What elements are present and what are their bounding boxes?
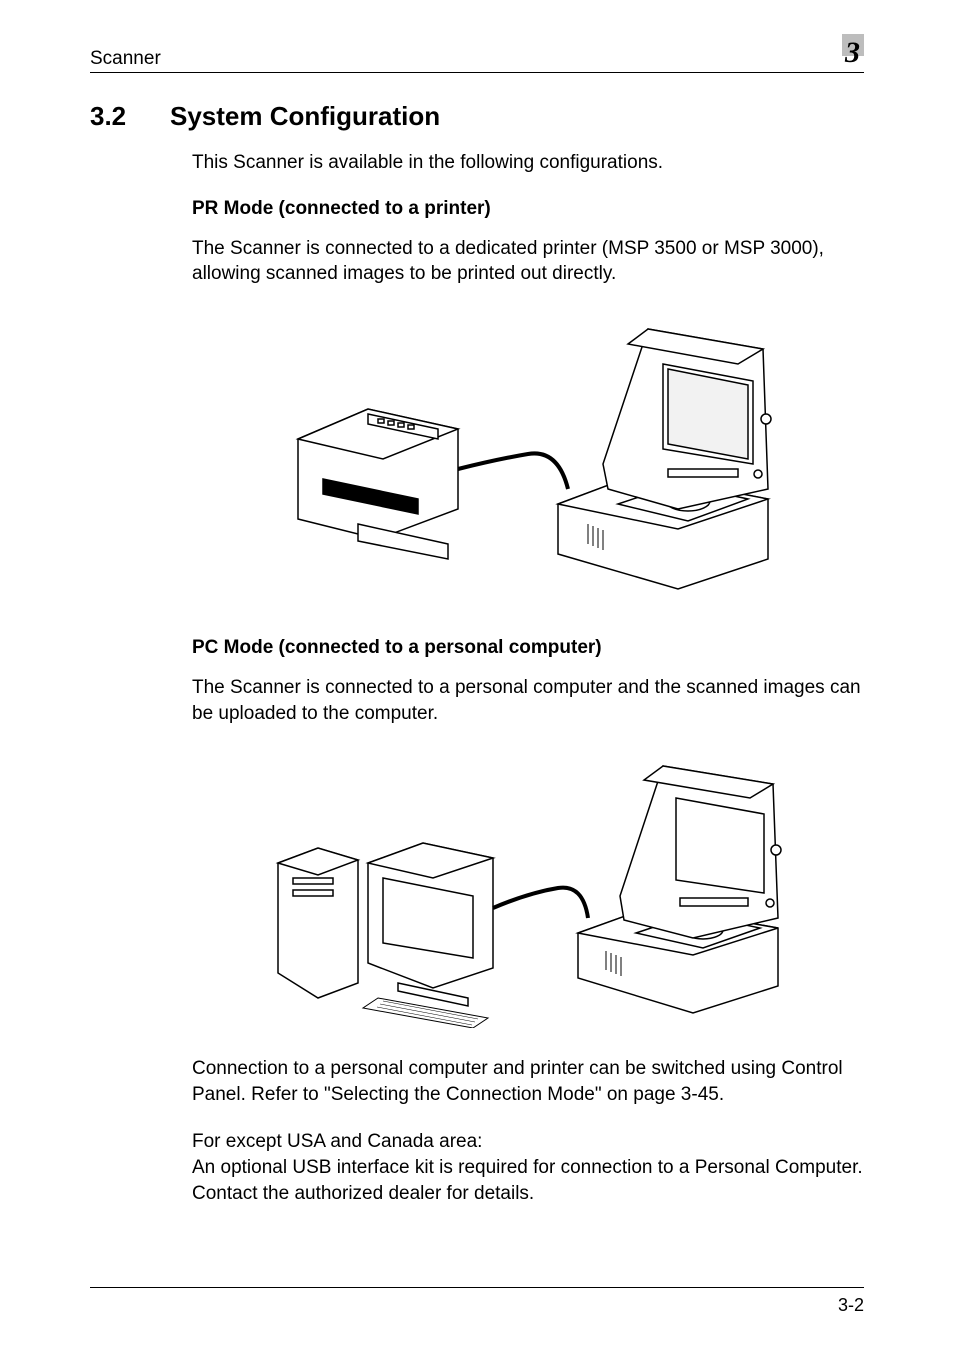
- chapter-number: 3: [845, 36, 860, 70]
- pc-scanner-illustration: [248, 748, 808, 1028]
- pc-mode-text: The Scanner is connected to a personal c…: [192, 675, 864, 726]
- printer-scanner-illustration: [268, 309, 788, 609]
- section-number: 3.2: [90, 101, 170, 132]
- pr-mode-heading: PR Mode (connected to a printer): [192, 198, 864, 220]
- pc-mode-heading: PC Mode (connected to a personal compute…: [192, 637, 864, 659]
- footer-rule: [90, 1287, 864, 1288]
- section-heading: 3.2 System Configuration: [90, 101, 864, 132]
- intro-text: This Scanner is available in the followi…: [192, 150, 864, 176]
- region-note: For except USA and Canada area: An optio…: [192, 1129, 864, 1206]
- page-header: Scanner 3: [90, 38, 864, 73]
- pr-mode-text: The Scanner is connected to a dedicated …: [192, 236, 864, 287]
- pr-mode-figure: [192, 309, 864, 609]
- pc-mode-figure: [192, 748, 864, 1028]
- section-title: System Configuration: [170, 101, 440, 132]
- chapter-badge: 3: [828, 38, 864, 70]
- connection-note: Connection to a personal computer and pr…: [192, 1056, 864, 1107]
- page-number: 3-2: [838, 1295, 864, 1316]
- header-section-name: Scanner: [90, 48, 161, 70]
